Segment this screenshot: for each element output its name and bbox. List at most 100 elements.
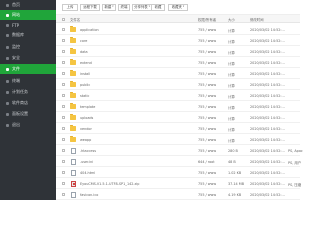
file-permission[interactable]: 755 / www bbox=[198, 182, 216, 186]
file-permission[interactable]: 755 / www bbox=[198, 50, 216, 54]
row-checkbox[interactable] bbox=[62, 149, 65, 152]
select-all-checkbox[interactable] bbox=[62, 17, 65, 21]
sidebar-item-1[interactable]: 网站 bbox=[0, 10, 56, 20]
file-name[interactable]: EyouCMS-V1.5.1-UTF8-SP1_142.zip bbox=[80, 182, 139, 186]
row-checkbox[interactable] bbox=[62, 171, 65, 174]
new-button[interactable]: 新建 ▾ bbox=[102, 4, 116, 11]
row-checkbox[interactable] bbox=[62, 182, 65, 185]
file-permission[interactable]: 755 / www bbox=[198, 83, 216, 87]
sidebar-item-11[interactable]: 退出 bbox=[0, 120, 56, 130]
file-name[interactable]: core bbox=[80, 39, 87, 43]
file-name[interactable]: 404.html bbox=[80, 171, 95, 175]
row-checkbox[interactable] bbox=[62, 105, 65, 108]
file-modified: 2020/03/02 14:52:... bbox=[250, 93, 285, 98]
file-permission[interactable]: 755 / www bbox=[198, 105, 216, 109]
terminal-button[interactable]: 终端 bbox=[118, 4, 130, 11]
table-row[interactable]: favicon.ico 755 / www 4.19 KB 2020/03/02 14… bbox=[56, 189, 300, 200]
file-size[interactable]: 计算 bbox=[228, 127, 235, 132]
file-size[interactable]: 计算 bbox=[228, 138, 235, 143]
sidebar-item-6[interactable]: 文件 bbox=[0, 64, 56, 74]
row-checkbox[interactable] bbox=[62, 39, 65, 42]
sidebar-item-0[interactable]: 首页 bbox=[0, 0, 56, 10]
file-size[interactable]: 计算 bbox=[228, 72, 235, 77]
file-permission[interactable]: 755 / www bbox=[198, 193, 216, 197]
favorite-button[interactable]: 收藏 bbox=[151, 4, 165, 11]
header-permission[interactable]: 权限/所有者 bbox=[198, 17, 216, 22]
table-row[interactable]: core 755 / www 计算 2020/03/02 14:52:... bbox=[56, 35, 300, 46]
table-row[interactable]: vendor 755 / www 计算 2020/03/02 14:52:... bbox=[56, 123, 300, 134]
file-name[interactable]: install bbox=[80, 72, 90, 76]
table-row[interactable]: .htaccess 755 / www 280 B 2020/03/02 14:52:… bbox=[56, 145, 303, 156]
row-checkbox[interactable] bbox=[62, 50, 65, 53]
row-checkbox[interactable] bbox=[62, 160, 65, 163]
file-permission[interactable]: 755 / www bbox=[198, 39, 216, 43]
header-modified[interactable]: 修改时间 bbox=[250, 17, 264, 22]
file-permission[interactable]: 755 / www bbox=[198, 28, 216, 32]
file-name[interactable]: .user.ini bbox=[80, 160, 93, 164]
share-list-button[interactable]: 分享列表 ▾ bbox=[132, 4, 152, 11]
row-checkbox[interactable] bbox=[62, 72, 65, 75]
table-row[interactable]: data 755 / www 计算 2020/03/02 14:52:... bbox=[56, 46, 300, 57]
table-row[interactable]: uploads 755 / www 计算 2020/03/02 14:52:... bbox=[56, 112, 300, 123]
sidebar-item-5[interactable]: 安全 bbox=[0, 53, 56, 63]
table-row[interactable]: 404.html 755 / www 1.02 KB 2020/03/02 14:52… bbox=[56, 167, 300, 178]
sidebar-item-9[interactable]: 软件商店 bbox=[0, 98, 56, 108]
file-permission[interactable]: 755 / www bbox=[198, 149, 216, 153]
table-row[interactable]: weapp 755 / www 计算 2020/03/02 14:52:... bbox=[56, 134, 300, 145]
file-name[interactable]: uploads bbox=[80, 116, 93, 120]
table-row[interactable]: static 755 / www 计算 2020/03/02 14:52:... bbox=[56, 90, 300, 101]
file-name[interactable]: template bbox=[80, 105, 95, 109]
file-name[interactable]: application bbox=[80, 28, 99, 32]
sidebar-item-10[interactable]: 面板设置 bbox=[0, 109, 56, 119]
file-permission[interactable]: 755 / www bbox=[198, 94, 216, 98]
file-size[interactable]: 计算 bbox=[228, 39, 235, 44]
file-name[interactable]: static bbox=[80, 94, 89, 98]
row-checkbox[interactable] bbox=[62, 83, 65, 86]
file-name[interactable]: weapp bbox=[80, 138, 91, 142]
file-size[interactable]: 计算 bbox=[228, 105, 235, 110]
sidebar-item-4[interactable]: 监控 bbox=[0, 42, 56, 52]
file-size[interactable]: 计算 bbox=[228, 50, 235, 55]
row-checkbox[interactable] bbox=[62, 127, 65, 130]
table-row[interactable]: .user.ini 644 / root 48 B 2020/03/02 14:52:… bbox=[56, 156, 301, 167]
sidebar-item-8[interactable]: 计划任务 bbox=[0, 87, 56, 97]
header-size[interactable]: 大小 bbox=[228, 17, 235, 22]
table-row[interactable]: public 755 / www 计算 2020/03/02 14:52:... bbox=[56, 79, 300, 90]
file-name[interactable]: extend bbox=[80, 61, 92, 65]
file-permission[interactable]: 755 / www bbox=[198, 72, 216, 76]
row-checkbox[interactable] bbox=[62, 28, 65, 31]
row-checkbox[interactable] bbox=[62, 138, 65, 141]
row-checkbox[interactable] bbox=[62, 193, 65, 196]
sidebar-item-3[interactable]: 数据库 bbox=[0, 30, 56, 40]
table-row[interactable]: EyouCMS-V1.5.1-UTF8-SP1_142.zip 755 / www… bbox=[56, 178, 301, 189]
table-row[interactable]: application 755 / www 计算 2020/03/02 14:52:.… bbox=[56, 24, 300, 35]
table-row[interactable]: template 755 / www 计算 2020/03/02 14:52:... bbox=[56, 101, 300, 112]
sidebar-item-7[interactable]: 终端 bbox=[0, 76, 56, 86]
sidebar-item-2[interactable]: FTP bbox=[0, 20, 56, 30]
file-size[interactable]: 计算 bbox=[228, 83, 235, 88]
file-name[interactable]: public bbox=[80, 83, 90, 87]
remote-download-button[interactable]: 远程下载 bbox=[80, 4, 100, 11]
file-permission[interactable]: 755 / www bbox=[198, 127, 216, 131]
row-checkbox[interactable] bbox=[62, 116, 65, 119]
file-size[interactable]: 计算 bbox=[228, 61, 235, 66]
row-checkbox[interactable] bbox=[62, 94, 65, 97]
row-checkbox[interactable] bbox=[62, 61, 65, 64]
file-permission[interactable]: 755 / www bbox=[198, 138, 216, 142]
header-name[interactable]: 文件名 bbox=[70, 17, 80, 22]
file-size[interactable]: 计算 bbox=[228, 116, 235, 121]
file-permission[interactable]: 755 / www bbox=[198, 116, 216, 120]
table-row[interactable]: install 755 / www 计算 2020/03/02 14:52:... bbox=[56, 68, 300, 79]
file-size[interactable]: 计算 bbox=[228, 28, 235, 33]
file-name[interactable]: data bbox=[80, 50, 88, 54]
file-name[interactable]: .htaccess bbox=[80, 149, 96, 153]
file-size[interactable]: 计算 bbox=[228, 94, 235, 99]
favorites-button[interactable]: 收藏夹 ▾ bbox=[168, 4, 188, 11]
file-permission[interactable]: 755 / www bbox=[198, 171, 216, 175]
file-name[interactable]: favicon.ico bbox=[80, 193, 98, 197]
file-name[interactable]: vendor bbox=[80, 127, 92, 131]
table-row[interactable]: extend 755 / www 计算 2020/03/02 14:52:... bbox=[56, 57, 300, 68]
file-permission[interactable]: 755 / www bbox=[198, 61, 216, 65]
file-permission[interactable]: 644 / root bbox=[198, 160, 215, 164]
upload-button[interactable]: 上传 bbox=[62, 4, 78, 11]
